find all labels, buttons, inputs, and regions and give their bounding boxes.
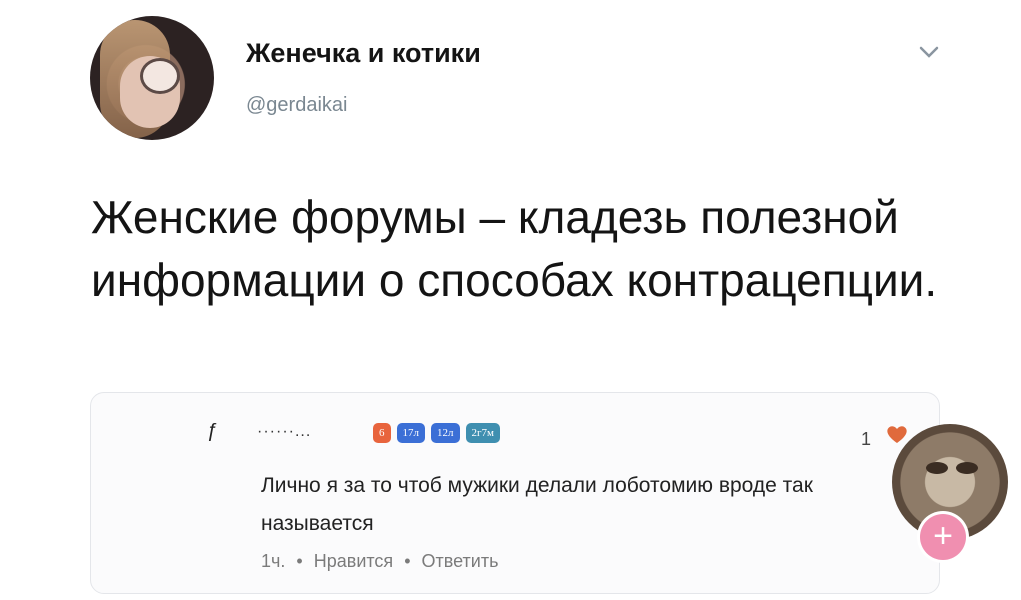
masked-avatar-icon: ƒ [207, 420, 219, 442]
comment-time: 1ч. [261, 551, 286, 571]
tweet-card: Женечка и котики @gerdaikai Женские фору… [0, 0, 1021, 600]
reply-link[interactable]: Ответить [422, 551, 499, 571]
avatar-eye [926, 462, 948, 474]
meta-separator: • [404, 551, 411, 571]
avatar-eye [956, 462, 978, 474]
badge-row: 6 17л 12л 2г7м [373, 423, 500, 443]
like-count: 1 [861, 429, 872, 449]
author-name[interactable]: Женечка и котики [246, 38, 481, 69]
badge: 6 [373, 423, 391, 443]
masked-username: ······... [257, 423, 312, 440]
follow-plus-button[interactable]: + [920, 514, 966, 560]
badge: 12л [431, 423, 460, 443]
comment-meta: 1ч. • Нравится • Ответить [261, 551, 504, 572]
author-avatar[interactable] [90, 16, 214, 140]
comment-text: Лично я за то чтоб мужики делали лоботом… [261, 474, 813, 535]
meta-separator: • [296, 551, 303, 571]
author-handle[interactable]: @gerdaikai [246, 94, 347, 117]
badge: 2г7м [465, 423, 500, 443]
badge: 17л [396, 423, 425, 443]
avatar-glasses [140, 58, 180, 94]
like-link[interactable]: Нравится [314, 551, 393, 571]
chevron-down-icon[interactable] [918, 43, 940, 61]
embedded-comment-screenshot: ƒ ······... 6 17л 12л 2г7м 1 Лично я за … [90, 392, 940, 594]
tweet-text: Женские форумы – кладезь полезной информ… [91, 191, 938, 306]
heart-icon[interactable] [885, 423, 909, 445]
